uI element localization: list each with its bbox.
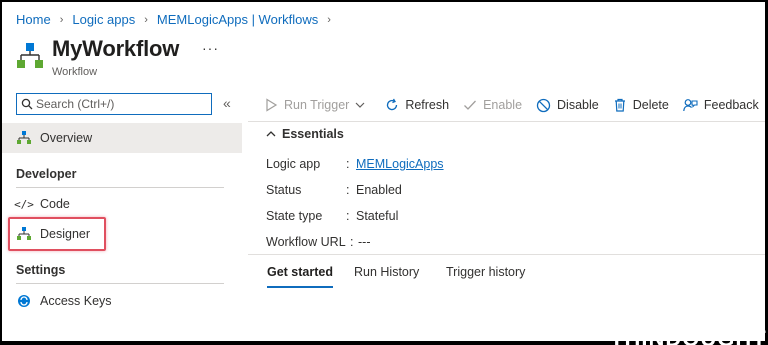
page-subtitle: Workflow xyxy=(52,66,98,78)
essentials-toggle[interactable]: Essentials xyxy=(266,127,344,141)
search-icon xyxy=(21,98,33,110)
tab-trigger-history[interactable]: Trigger history xyxy=(446,265,525,279)
tab-run-history[interactable]: Run History xyxy=(354,265,419,279)
delete-label: Delete xyxy=(632,98,669,112)
access-keys-icon xyxy=(16,293,32,309)
watermark: THINDOUGHT xyxy=(610,326,767,345)
page-title: MyWorkflow xyxy=(52,36,180,61)
overview-icon xyxy=(16,130,32,146)
designer-icon xyxy=(16,226,32,242)
sidebar-item-code[interactable]: </> Code xyxy=(2,189,242,219)
code-icon: </> xyxy=(14,197,34,211)
property-status: Status : Enabled xyxy=(266,183,402,197)
breadcrumb-home[interactable]: Home xyxy=(16,12,51,27)
sidebar-item-label: Designer xyxy=(40,227,91,241)
chevron-right-icon: › xyxy=(144,13,148,26)
sidebar-divider xyxy=(16,187,224,188)
command-bar: Run Trigger Refresh Enable Disable Delet… xyxy=(264,94,765,116)
chevron-right-icon: › xyxy=(327,13,331,26)
logic-app-link[interactable]: MEMLogicApps xyxy=(356,157,444,171)
run-trigger-button[interactable]: Run Trigger xyxy=(264,98,371,112)
block-icon xyxy=(536,98,551,112)
sidebar-item-label: Access Keys xyxy=(40,294,112,308)
run-trigger-label: Run Trigger xyxy=(284,98,350,112)
sidebar-item-label: Overview xyxy=(40,131,93,145)
property-colon: : xyxy=(346,157,350,171)
sidebar-item-designer[interactable]: Designer xyxy=(2,219,242,249)
feedback-button[interactable]: Feedback xyxy=(683,98,759,113)
play-icon xyxy=(266,98,278,112)
sidebar-item-access-keys[interactable]: Access Keys xyxy=(2,286,242,316)
breadcrumb-logic-apps[interactable]: Logic apps xyxy=(72,12,135,27)
property-workflow-url: Workflow URL : --- xyxy=(266,235,371,249)
property-logic-app: Logic app : MEMLogicApps xyxy=(266,157,444,171)
sidebar-divider xyxy=(16,283,224,284)
toolbar-divider xyxy=(248,121,765,122)
delete-button[interactable]: Delete xyxy=(613,98,669,112)
tabs-divider xyxy=(248,254,765,255)
enable-label: Enable xyxy=(483,98,523,112)
sidebar-item-label: Code xyxy=(40,197,70,211)
sidebar-section-developer: Developer xyxy=(16,167,77,181)
refresh-icon xyxy=(387,98,398,111)
app-window: Home › Logic apps › MEMLogicApps | Workf… xyxy=(2,2,765,341)
breadcrumb: Home › Logic apps › MEMLogicApps | Workf… xyxy=(16,12,340,27)
breadcrumb-workflows[interactable]: MEMLogicApps | Workflows xyxy=(157,12,318,27)
chevron-right-icon: › xyxy=(59,13,64,26)
workflow-icon xyxy=(17,43,43,68)
property-colon: : xyxy=(350,235,354,249)
search-input[interactable] xyxy=(36,97,206,111)
essentials-label: Essentials xyxy=(282,127,344,141)
collapse-sidebar-button[interactable]: « xyxy=(223,95,231,111)
search-box[interactable] xyxy=(16,93,212,115)
property-colon: : xyxy=(346,183,350,197)
property-value: Stateful xyxy=(356,209,399,223)
sidebar-item-overview[interactable]: Overview xyxy=(2,123,242,153)
more-options-button[interactable]: ··· xyxy=(202,40,219,56)
enable-button[interactable]: Enable xyxy=(463,98,522,112)
active-tab-indicator xyxy=(267,286,333,288)
chevron-down-icon xyxy=(355,102,365,108)
refresh-button[interactable]: Refresh xyxy=(385,98,449,112)
checkmark-icon xyxy=(464,100,477,110)
feedback-label: Feedback xyxy=(703,98,759,112)
refresh-label: Refresh xyxy=(405,98,450,112)
property-colon: : xyxy=(346,209,350,223)
disable-label: Disable xyxy=(557,98,599,112)
property-label: Status xyxy=(266,183,302,197)
property-label: State type xyxy=(266,209,323,223)
chevron-up-icon xyxy=(266,131,276,137)
property-state-type: State type : Stateful xyxy=(266,209,398,223)
property-label: Workflow URL xyxy=(266,235,346,249)
trash-icon xyxy=(614,98,625,112)
sidebar-section-settings: Settings xyxy=(16,263,66,277)
tab-get-started[interactable]: Get started xyxy=(267,265,333,279)
feedback-icon xyxy=(683,98,698,111)
disable-button[interactable]: Disable xyxy=(536,98,599,113)
property-value: --- xyxy=(358,235,371,249)
property-value: Enabled xyxy=(356,183,402,197)
property-label: Logic app xyxy=(266,157,321,171)
